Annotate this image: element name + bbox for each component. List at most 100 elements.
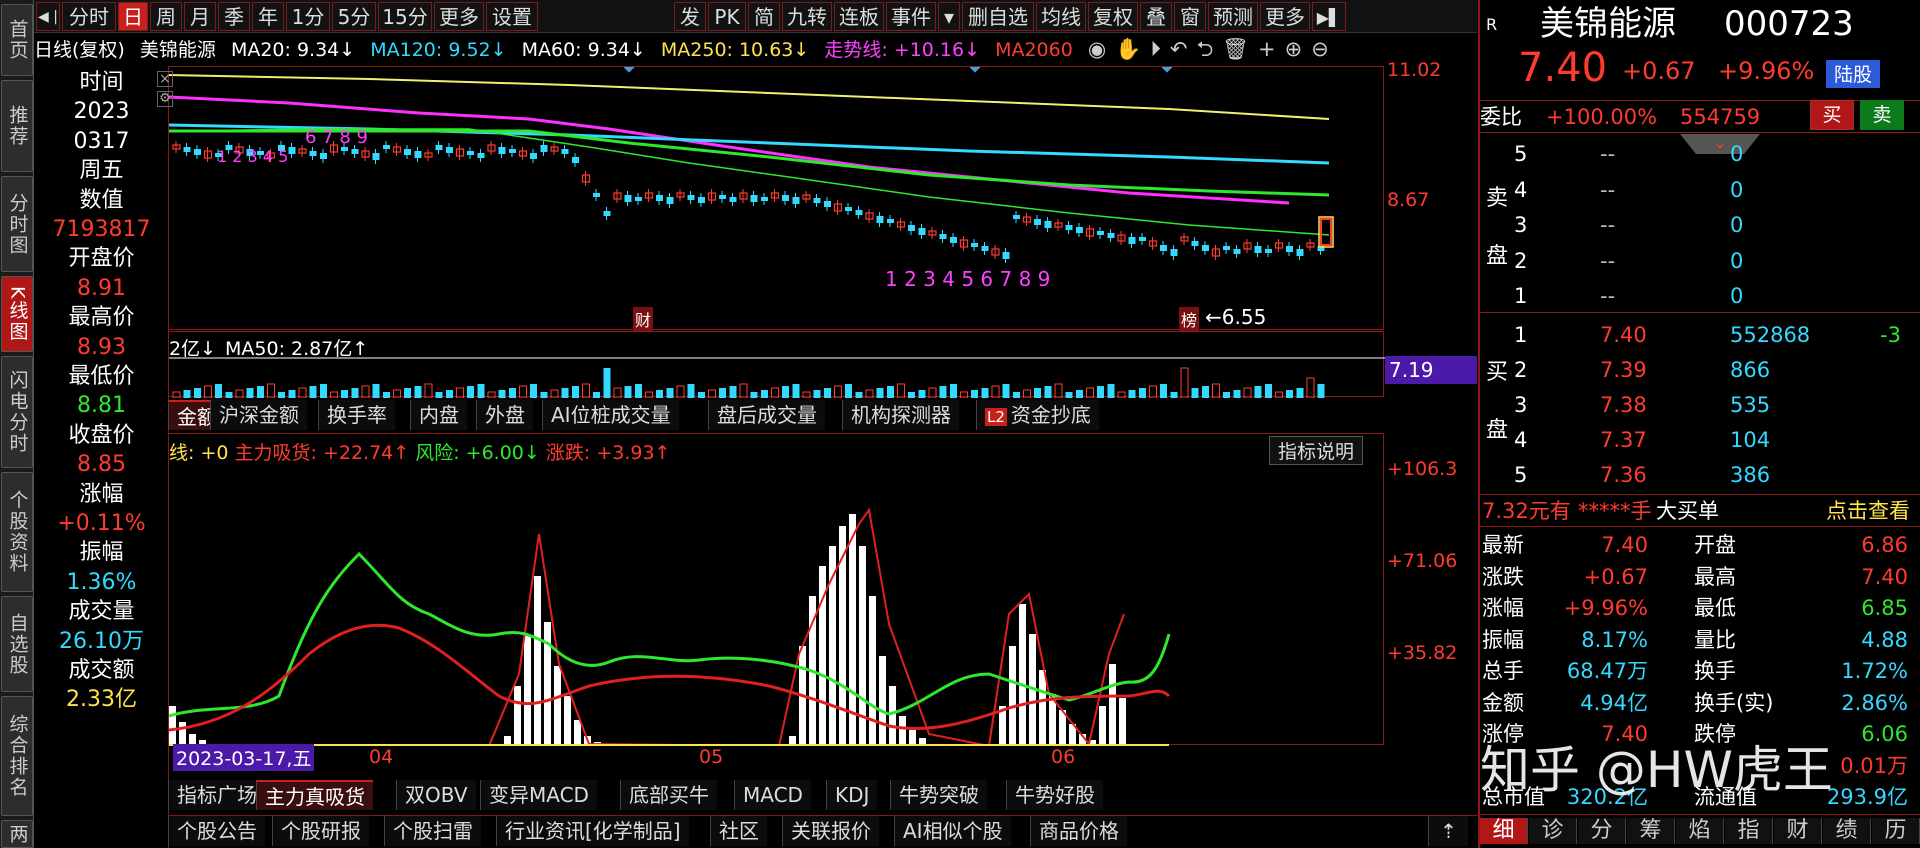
zoom-in-icon[interactable]: ⊕ [1285, 37, 1303, 61]
tab-bull-break[interactable]: 牛势突破 [890, 780, 987, 810]
back-icon[interactable]: ◀ | [36, 2, 60, 31]
nav-more[interactable]: 两 [1, 820, 33, 848]
tab-institution[interactable]: 机构探测器 [842, 400, 959, 430]
tool-event[interactable]: 事件 [886, 2, 936, 31]
tab-bull-good[interactable]: 牛势好股 [1006, 780, 1103, 810]
tool-lianban[interactable]: 连板 [834, 2, 884, 31]
indicator-chart[interactable]: 线: +0 主力吸货: +22.74↑ 风险: +6.00↓ 涨跌: +3.93… [168, 433, 1457, 771]
quote-tab[interactable]: 绩 [1823, 818, 1871, 844]
tool-more[interactable]: 更多 [1260, 2, 1310, 31]
tab-monthly[interactable]: 月 [184, 2, 216, 31]
quote-tab[interactable]: 历 [1872, 818, 1920, 844]
tool-ma[interactable]: 均线 [1036, 2, 1086, 31]
tool-adjust[interactable]: 复权 [1088, 2, 1138, 31]
tab-1min[interactable]: 1分 [286, 2, 330, 31]
tab-community[interactable]: 社区 [710, 816, 767, 846]
tab-after-hours[interactable]: 盘后成交量 [708, 400, 825, 430]
undo-icon[interactable]: ↶ [1170, 37, 1188, 61]
volume-bar [1097, 386, 1104, 398]
tab-more[interactable]: 更多 [434, 2, 484, 31]
delete-icon[interactable]: 🗑 [1222, 37, 1249, 61]
settings-button[interactable]: 设置 [486, 2, 538, 31]
tab-bottom-buy[interactable]: 底部买牛 [620, 780, 717, 810]
volume-chart[interactable]: 2亿↓ MA50: 2.87亿↑ 7.19 [168, 331, 1477, 399]
redo-icon[interactable]: ⮌ [1196, 37, 1213, 61]
tab-double-obv[interactable]: 双OBV [396, 780, 476, 810]
tab-5min[interactable]: 5分 [332, 2, 376, 31]
nav-timeshare[interactable]: 分时图 [1, 176, 33, 272]
tab-weekly[interactable]: 周 [150, 2, 182, 31]
buy-button[interactable]: 买 [1810, 100, 1854, 130]
tab-yearly[interactable]: 年 [252, 2, 284, 31]
quote-tab[interactable]: 焰 [1676, 818, 1724, 844]
tab-macd[interactable]: MACD [734, 780, 811, 810]
nav-watchlist[interactable]: 自选股 [1, 596, 33, 692]
close-icon[interactable]: × [157, 71, 173, 87]
tab-ai-similar[interactable]: AI相似个股 [894, 816, 1011, 846]
quote-tab[interactable]: 诊 [1529, 818, 1577, 844]
volume-bar [1286, 390, 1293, 398]
tab-commodity[interactable]: 商品价格 [1030, 816, 1127, 846]
scroll-top-icon[interactable]: ⇡ [1428, 816, 1468, 846]
indicator-line-value: 线: +0 [169, 442, 229, 464]
quote-tab[interactable]: 细 [1480, 818, 1528, 844]
candle-body [845, 207, 852, 211]
nav-stock-info[interactable]: 个股资料 [1, 472, 33, 592]
hand-icon[interactable]: ✋ [1115, 37, 1141, 61]
volume-bar [225, 392, 233, 398]
eye-icon[interactable]: ◉ [1088, 37, 1106, 61]
tool-predict[interactable]: 预测 [1208, 2, 1258, 31]
chevron-down-icon[interactable]: ▾ [938, 2, 960, 31]
nav-kline[interactable]: K线图 [1, 276, 33, 352]
nav-flash-timeshare[interactable]: 闪电分时 [1, 356, 33, 468]
tab-research[interactable]: 个股研报 [272, 816, 369, 846]
tab-capital-bottom[interactable]: L2 资金抄底 [976, 400, 1099, 430]
quote-tab[interactable]: 指 [1725, 818, 1773, 844]
tab-industry-news[interactable]: 行业资讯[化学制品] [496, 816, 689, 846]
nav-home[interactable]: 首页 [1, 4, 33, 76]
tool-pk[interactable]: PK [708, 2, 746, 31]
tab-hs-amount[interactable]: 沪深金额 [210, 400, 307, 430]
tab-quarterly[interactable]: 季 [218, 2, 250, 31]
tab-announcement[interactable]: 个股公告 [168, 816, 265, 846]
tab-15min[interactable]: 15分 [378, 2, 432, 31]
remove-watchlist-button[interactable]: 删自选 [962, 2, 1034, 31]
earnings-tag[interactable]: 财 [633, 307, 654, 331]
collapse-chevron-icon[interactable]: ⌄ [1680, 134, 1760, 154]
tab-main-absorb[interactable]: 主力真吸货 [256, 780, 373, 810]
tab-outer[interactable]: 外盘 [476, 400, 533, 430]
tab-variant-macd[interactable]: 变异MACD [480, 780, 597, 810]
tab-ai-volume[interactable]: AI位桩成交量 [542, 400, 679, 430]
nav-recommend[interactable]: 推荐 [1, 80, 33, 172]
kline-chart[interactable]: 11.02 8.67 6 7 8 9 1 2 3 4 5 1 2 3 4 5 6… [157, 59, 1441, 331]
kline-svg [168, 61, 1334, 263]
tab-timeshare[interactable]: 分时 [62, 2, 116, 31]
plus-icon[interactable]: + [1258, 37, 1276, 61]
tool-jiuzhuan[interactable]: 九转 [782, 2, 832, 31]
quote-tab[interactable]: 筹 [1627, 818, 1675, 844]
tool-simple[interactable]: 简 [748, 2, 780, 31]
hk-connect-badge[interactable]: 陆股 [1826, 60, 1880, 88]
indicator-explain-button[interactable]: 指标说明 [1269, 436, 1364, 465]
sell-button[interactable]: 卖 [1860, 100, 1904, 130]
quote-tab[interactable]: 财 [1774, 818, 1822, 844]
tab-risk-scan[interactable]: 个股扫雷 [384, 816, 481, 846]
tool-window[interactable]: 窗 [1174, 2, 1206, 31]
tab-indicator-square[interactable]: 指标广场 [168, 780, 265, 810]
tab-inner[interactable]: 内盘 [410, 400, 467, 430]
forward-icon[interactable]: ▶▌ [1312, 2, 1346, 31]
quote-tab[interactable]: 分 [1578, 818, 1626, 844]
tab-kdj[interactable]: KDJ [826, 780, 878, 810]
tab-daily[interactable]: 日 [118, 2, 148, 31]
tool-overlay[interactable]: 叠 [1140, 2, 1172, 31]
board-tag[interactable]: 榜 [1179, 307, 1200, 331]
tool-fa[interactable]: 发 [674, 2, 706, 31]
tab-related-quote[interactable]: 关联报价 [782, 816, 879, 846]
volume-bar [1160, 384, 1167, 398]
zoom-out-icon[interactable]: ⊖ [1311, 37, 1329, 61]
bigorder-view-link[interactable]: 点击查看 [1826, 498, 1910, 524]
tab-turnover[interactable]: 换手率 [318, 400, 395, 430]
nav-ranking[interactable]: 综合排名 [1, 696, 33, 816]
gear-icon[interactable]: ⚙ [157, 91, 173, 107]
play-icon[interactable]: ⏵ [1150, 37, 1161, 61]
